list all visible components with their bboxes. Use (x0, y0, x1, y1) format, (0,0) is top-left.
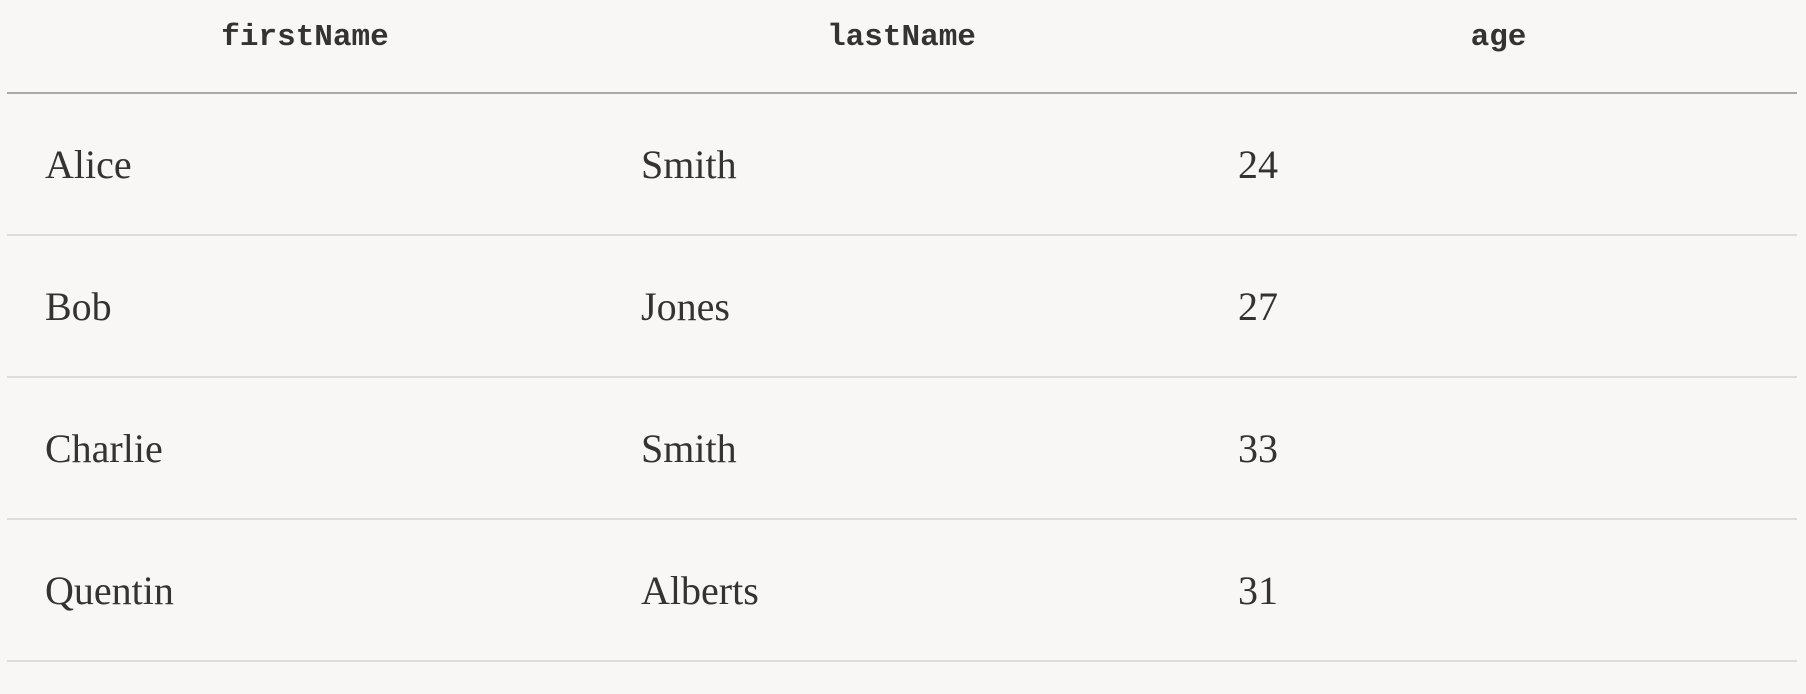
cell-age: 31 (1200, 519, 1797, 662)
cell-firstname: Bob (7, 235, 603, 378)
column-header-firstname[interactable]: firstName (7, 0, 603, 94)
data-table-container: firstName lastName age Alice Smith 24 Bo… (7, 0, 1797, 662)
table-row: Quentin Alberts 31 (7, 519, 1797, 662)
cell-firstname: Alice (7, 93, 603, 236)
column-header-lastname[interactable]: lastName (603, 0, 1200, 94)
cell-age: 33 (1200, 377, 1797, 520)
cell-firstname: Charlie (7, 377, 603, 520)
cell-lastname: Alberts (603, 519, 1200, 662)
header-row: firstName lastName age (7, 0, 1797, 94)
cell-age: 24 (1200, 93, 1797, 236)
data-table: firstName lastName age Alice Smith 24 Bo… (7, 0, 1797, 662)
table-row: Charlie Smith 33 (7, 377, 1797, 520)
table-row: Alice Smith 24 (7, 93, 1797, 236)
table-body: Alice Smith 24 Bob Jones 27 Charlie Smit… (7, 93, 1797, 662)
table-header: firstName lastName age (7, 0, 1797, 94)
cell-lastname: Jones (603, 235, 1200, 378)
cell-lastname: Smith (603, 377, 1200, 520)
cell-age: 27 (1200, 235, 1797, 378)
cell-lastname: Smith (603, 93, 1200, 236)
table-row: Bob Jones 27 (7, 235, 1797, 378)
cell-firstname: Quentin (7, 519, 603, 662)
column-header-age[interactable]: age (1200, 0, 1797, 94)
